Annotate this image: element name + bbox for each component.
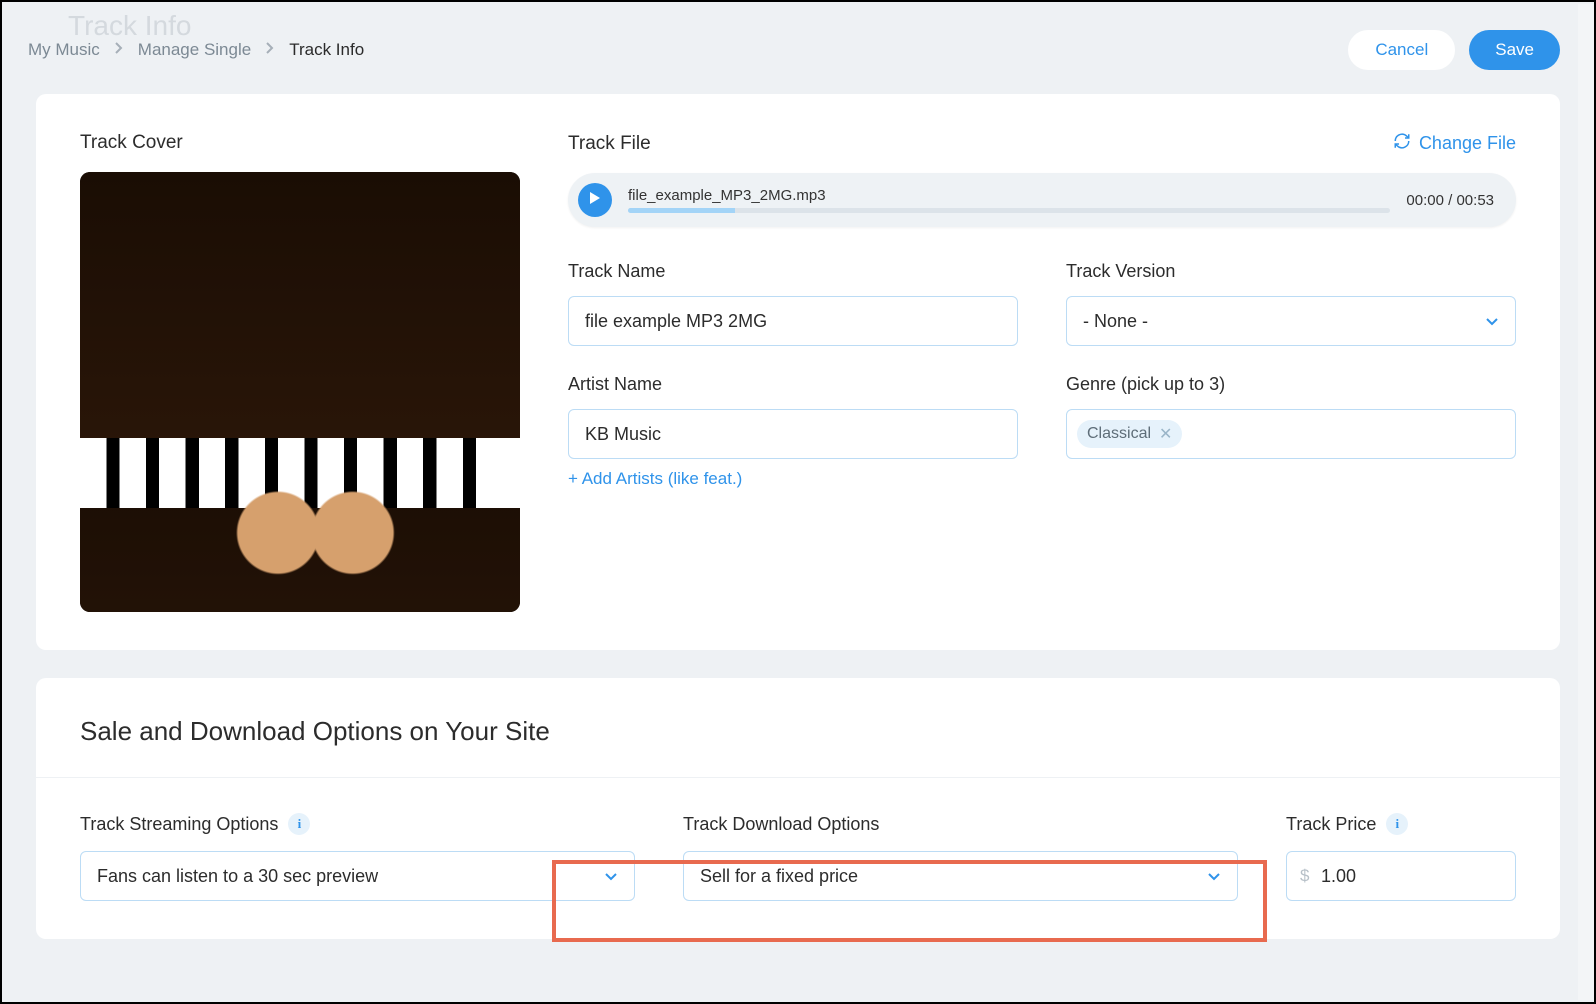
download-label: Track Download Options (683, 814, 879, 835)
chevron-right-icon (114, 40, 124, 60)
artist-name-input[interactable] (568, 409, 1018, 459)
track-version-select[interactable]: - None - (1066, 296, 1516, 346)
artist-name-field: Artist Name + Add Artists (like feat.) (568, 374, 1018, 489)
download-select[interactable]: Sell for a fixed price (683, 851, 1238, 901)
chevron-down-icon (604, 866, 618, 887)
track-cover-image[interactable] (80, 172, 520, 612)
save-button[interactable]: Save (1469, 30, 1560, 70)
player-filename: file_example_MP3_2MG.mp3 (628, 187, 1390, 204)
track-file-label: Track File (568, 133, 651, 155)
breadcrumb-manage-single[interactable]: Manage Single (138, 40, 251, 60)
track-cover-label: Track Cover (80, 132, 520, 154)
topbar: My Music Manage Single Track Info Cancel… (2, 2, 1594, 94)
change-file-text: Change File (1419, 133, 1516, 154)
divider (36, 777, 1560, 778)
streaming-value: Fans can listen to a 30 sec preview (97, 866, 378, 887)
info-icon[interactable]: i (1386, 813, 1408, 835)
genre-input[interactable]: Classical ✕ (1066, 409, 1516, 459)
streaming-select[interactable]: Fans can listen to a 30 sec preview (80, 851, 635, 901)
chevron-down-icon (1207, 866, 1221, 887)
download-value: Sell for a fixed price (700, 866, 858, 887)
streaming-label: Track Streaming Options (80, 814, 278, 835)
cancel-button[interactable]: Cancel (1348, 30, 1455, 70)
track-version-value: - None - (1083, 311, 1148, 332)
price-label: Track Price (1286, 814, 1376, 835)
info-icon[interactable]: i (288, 813, 310, 835)
breadcrumb-my-music[interactable]: My Music (28, 40, 100, 60)
chevron-right-icon (265, 40, 275, 60)
price-field: Track Price i $ (1286, 813, 1516, 901)
change-file-link[interactable]: Change File (1393, 132, 1516, 155)
chevron-down-icon (1485, 311, 1499, 332)
breadcrumb-current: Track Info (289, 40, 364, 60)
player-progress[interactable] (628, 208, 1390, 213)
track-version-label: Track Version (1066, 261, 1516, 282)
play-button[interactable] (578, 183, 612, 217)
track-name-input[interactable] (568, 296, 1018, 346)
play-icon (588, 191, 602, 210)
page-title-faded: Track Info (68, 10, 191, 42)
refresh-icon (1393, 132, 1411, 155)
genre-field: Genre (pick up to 3) Classical ✕ (1066, 374, 1516, 489)
scrollbar-gutter[interactable] (1578, 4, 1594, 1000)
player-time: 00:00 / 00:53 (1406, 192, 1494, 209)
breadcrumb: My Music Manage Single Track Info (28, 40, 364, 60)
track-name-label: Track Name (568, 261, 1018, 282)
sale-section-title: Sale and Download Options on Your Site (80, 716, 1516, 747)
currency-symbol: $ (1300, 866, 1309, 886)
add-artists-link[interactable]: + Add Artists (like feat.) (568, 469, 742, 489)
sale-options-card: Sale and Download Options on Your Site T… (36, 678, 1560, 939)
track-name-field: Track Name (568, 261, 1018, 346)
player-progress-fill (628, 208, 735, 213)
price-input[interactable] (1286, 851, 1516, 901)
genre-tag-label: Classical (1087, 425, 1151, 443)
track-info-card: Track Cover Track File Change File (36, 94, 1560, 650)
genre-tag: Classical ✕ (1077, 420, 1182, 448)
artist-name-label: Artist Name (568, 374, 1018, 395)
audio-player: file_example_MP3_2MG.mp3 00:00 / 00:53 (568, 173, 1516, 227)
top-actions: Cancel Save (1348, 30, 1560, 70)
track-version-field: Track Version - None - (1066, 261, 1516, 346)
tag-remove-icon[interactable]: ✕ (1159, 424, 1172, 444)
genre-label: Genre (pick up to 3) (1066, 374, 1516, 395)
download-options-field: Track Download Options Sell for a fixed … (683, 814, 1238, 901)
streaming-options-field: Track Streaming Options i Fans can liste… (80, 813, 635, 901)
